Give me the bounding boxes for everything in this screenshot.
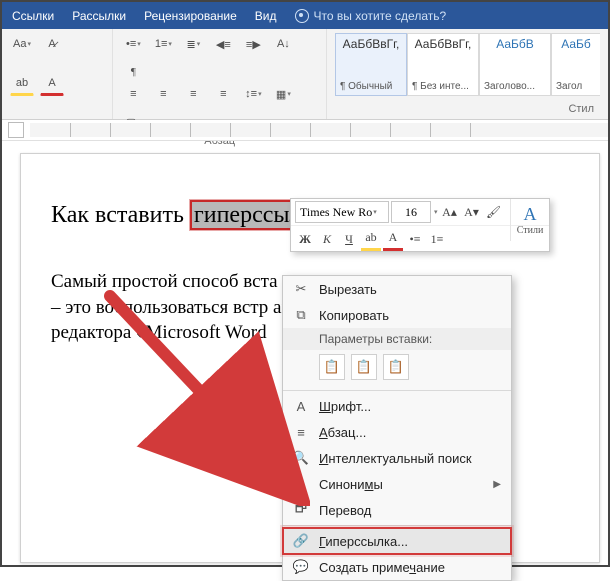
tab-view[interactable]: Вид (255, 9, 277, 23)
italic-button[interactable]: К (317, 229, 337, 249)
chevron-down-icon: ▾ (373, 208, 377, 216)
translate-icon: 🗗 (293, 502, 309, 518)
highlight-button[interactable]: ab (10, 72, 34, 96)
clear-format-button[interactable]: A̷ (40, 33, 64, 55)
lightbulb-icon (295, 9, 309, 23)
align-right-button[interactable]: ≡ (181, 83, 205, 105)
align-center-button[interactable]: ≡ (151, 83, 175, 105)
clipboard-icon: 📋 (324, 359, 340, 375)
numbering-button[interactable]: 1≡▾ (151, 33, 175, 55)
bullets-button[interactable]: •≡ (405, 229, 425, 249)
comment-icon: 💬 (293, 559, 309, 575)
grow-font-button[interactable]: A▴ (440, 202, 460, 222)
font-color-button[interactable]: A (383, 228, 403, 251)
styles-gallery[interactable]: АаБбВвГг, ¶ Обычный АаБбВвГг, ¶ Без инте… (335, 33, 600, 96)
heading-text: Как вставить (51, 202, 190, 228)
horizontal-ruler[interactable] (2, 120, 608, 141)
tab-links[interactable]: Ссылки (12, 9, 54, 23)
font-icon: A (293, 398, 309, 414)
indent-button[interactable]: ≡▶ (241, 33, 265, 55)
cut-item[interactable]: ✂ Вырезать (283, 276, 511, 302)
numbering-button[interactable]: 1≡ (427, 229, 447, 249)
menu-tabs: Ссылки Рассылки Рецензирование Вид Что в… (2, 2, 608, 29)
synonyms-item[interactable]: Синонимы ▶ (283, 471, 511, 497)
menu-separator (283, 390, 511, 391)
new-comment-item[interactable]: 💬 Создать примечание (283, 554, 511, 580)
underline-button[interactable]: Ч (339, 229, 359, 249)
styles-group-label: Стил (335, 101, 600, 115)
clipboard-icon: 📋 (388, 359, 404, 375)
show-marks-button[interactable]: ¶ (121, 61, 145, 83)
ruler-area[interactable] (30, 123, 608, 137)
mini-styles-button[interactable]: A Стили (510, 199, 549, 241)
tab-mailings[interactable]: Рассылки (72, 9, 126, 23)
line-spacing-button[interactable]: ↕≡▾ (241, 83, 265, 105)
font-size-combo[interactable]: 16 (391, 201, 431, 223)
mini-toolbar: Times New Ro ▾ 16 ▾ A▴ A▾ 🖌 A Стили Ж К … (290, 198, 550, 252)
style-heading1[interactable]: АаБбВ Заголово... (479, 33, 551, 96)
font-item[interactable]: A Шрифт... (283, 393, 511, 419)
bold-button[interactable]: Ж (295, 229, 315, 249)
paste-text-only-button[interactable]: 📋 (383, 354, 409, 380)
translate-item[interactable]: 🗗 Перевод (283, 497, 511, 523)
tab-review[interactable]: Рецензирование (144, 9, 237, 23)
font-family-combo[interactable]: Times New Ro ▾ (295, 201, 389, 223)
style-normal[interactable]: АаБбВвГг, ¶ Обычный (335, 33, 407, 96)
format-painter-button[interactable]: 🖌 (484, 202, 504, 222)
shading-button[interactable]: ▦▾ (271, 83, 295, 105)
paragraph-icon: ≡ (293, 424, 309, 440)
paragraph-item[interactable]: ≡ Абзац... (283, 419, 511, 445)
sort-button[interactable]: A↓ (271, 33, 295, 55)
hyperlink-item[interactable]: 🔗 Гиперссылка... (283, 528, 511, 554)
paste-keep-source-button[interactable]: 📋 (319, 354, 345, 380)
scissors-icon: ✂ (293, 281, 309, 297)
tab-selector[interactable] (8, 122, 24, 138)
styles-icon: A (524, 204, 537, 225)
highlight-button[interactable]: ab (361, 228, 381, 251)
justify-button[interactable]: ≡ (211, 83, 235, 105)
dedent-button[interactable]: ◀≡ (211, 33, 235, 55)
align-left-button[interactable]: ≡ (121, 83, 145, 105)
chevron-down-icon: ▾ (434, 208, 438, 216)
tell-me[interactable]: Что вы хотите сделать? (295, 9, 447, 23)
paste-merge-button[interactable]: 📋 (351, 354, 377, 380)
ribbon: Aa▾ A̷ ab A •≡▾ 1≡▾ ≣▾ ◀≡ ≡▶ A↓ ¶ ≡ ≡ ≡ … (2, 29, 608, 120)
tell-me-label: Что вы хотите сделать? (314, 9, 447, 23)
font-group-label (10, 113, 104, 115)
copy-item[interactable]: ⧉ Копировать (283, 302, 511, 328)
shrink-font-button[interactable]: A▾ (462, 202, 482, 222)
multilevel-button[interactable]: ≣▾ (181, 33, 205, 55)
clipboard-icon: 📋 (356, 359, 372, 375)
menu-separator (283, 525, 511, 526)
context-menu: ✂ Вырезать ⧉ Копировать Параметры вставк… (282, 275, 512, 581)
style-no-spacing[interactable]: АаБбВвГг, ¶ Без инте... (407, 33, 479, 96)
link-icon: 🔗 (293, 533, 309, 549)
search-icon: 🔍 (293, 450, 309, 466)
paste-options: 📋 📋 📋 (283, 350, 511, 388)
smart-lookup-item[interactable]: 🔍 Интеллектуальный поиск (283, 445, 511, 471)
copy-icon: ⧉ (293, 307, 309, 323)
font-color-button[interactable]: A (40, 72, 64, 96)
bullets-button[interactable]: •≡▾ (121, 33, 145, 55)
chevron-right-icon: ▶ (493, 479, 501, 490)
change-case-button[interactable]: Aa▾ (10, 33, 34, 55)
paste-options-header: Параметры вставки: (283, 328, 511, 350)
style-heading2[interactable]: АаБб Загол (551, 33, 600, 96)
